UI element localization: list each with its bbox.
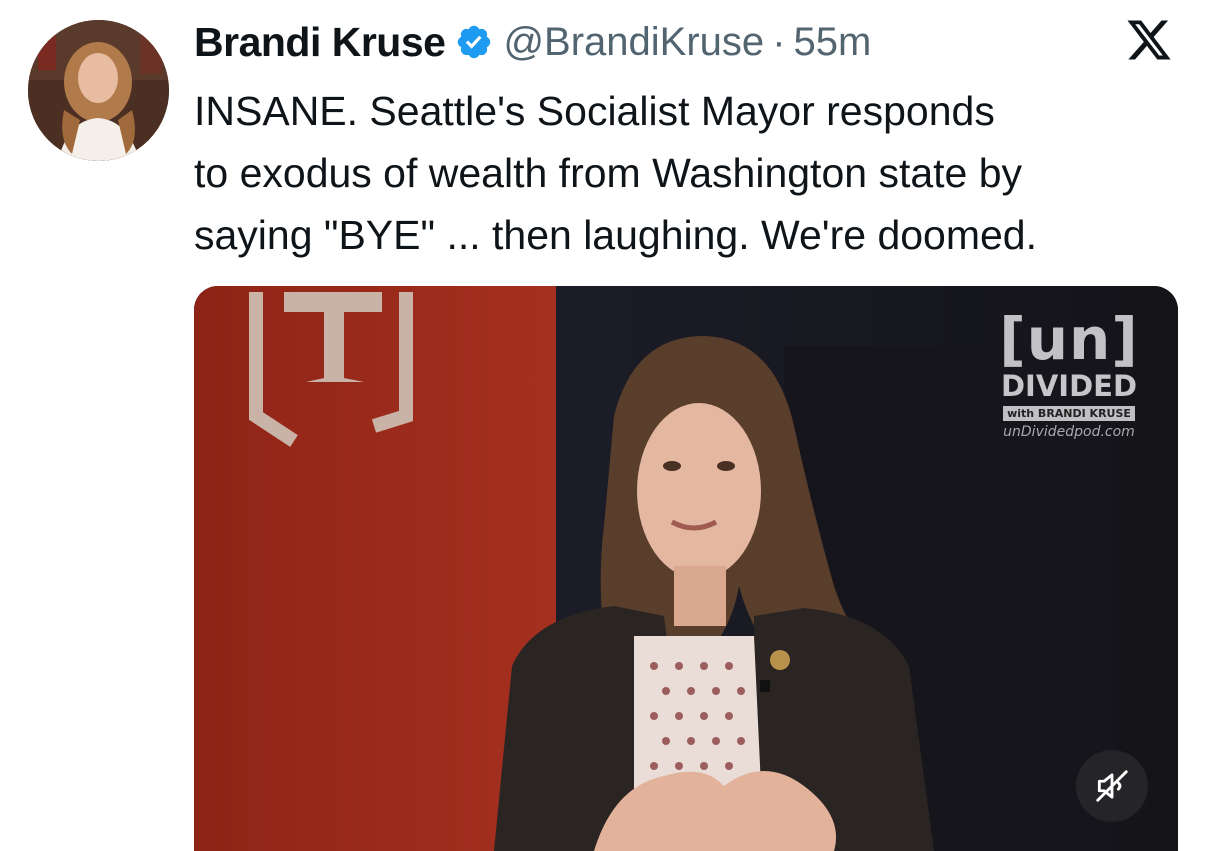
tweet-header: Brandi Kruse @BrandiKruse · 55m bbox=[194, 14, 871, 70]
video-player[interactable]: [un] DIVIDED with BRANDI KRUSE unDivided… bbox=[194, 286, 1178, 851]
author-name[interactable]: Brandi Kruse bbox=[194, 19, 446, 66]
x-logo-icon[interactable] bbox=[1124, 16, 1174, 64]
verified-badge-icon[interactable] bbox=[455, 23, 493, 61]
tweet-text: INSANE. Seattle's Socialist Mayor respon… bbox=[194, 80, 1184, 266]
watermark-with-line: with BRANDI KRUSE bbox=[1003, 406, 1135, 421]
timestamp[interactable]: 55m bbox=[794, 20, 872, 65]
tweet-text-line: INSANE. Seattle's Socialist Mayor respon… bbox=[194, 88, 995, 134]
watermark-brand-bottom: DIVIDED bbox=[1000, 369, 1138, 403]
avatar[interactable] bbox=[28, 20, 169, 161]
watermark-url: unDividedpod.com bbox=[1003, 424, 1135, 440]
avatar-image bbox=[28, 20, 169, 161]
separator-dot: · bbox=[772, 19, 786, 64]
tweet-text-line: saying "BYE" ... then laughing. We're do… bbox=[194, 212, 1038, 258]
tweet-text-line: to exodus of wealth from Washington stat… bbox=[194, 150, 1023, 196]
mute-button[interactable] bbox=[1076, 750, 1148, 822]
author-handle[interactable]: @BrandiKruse bbox=[503, 20, 764, 65]
watermark-brand-top: [un] bbox=[999, 305, 1139, 373]
speaker-muted-icon bbox=[1096, 770, 1128, 802]
video-watermark: [un] DIVIDED with BRANDI KRUSE unDivided… bbox=[994, 308, 1144, 440]
